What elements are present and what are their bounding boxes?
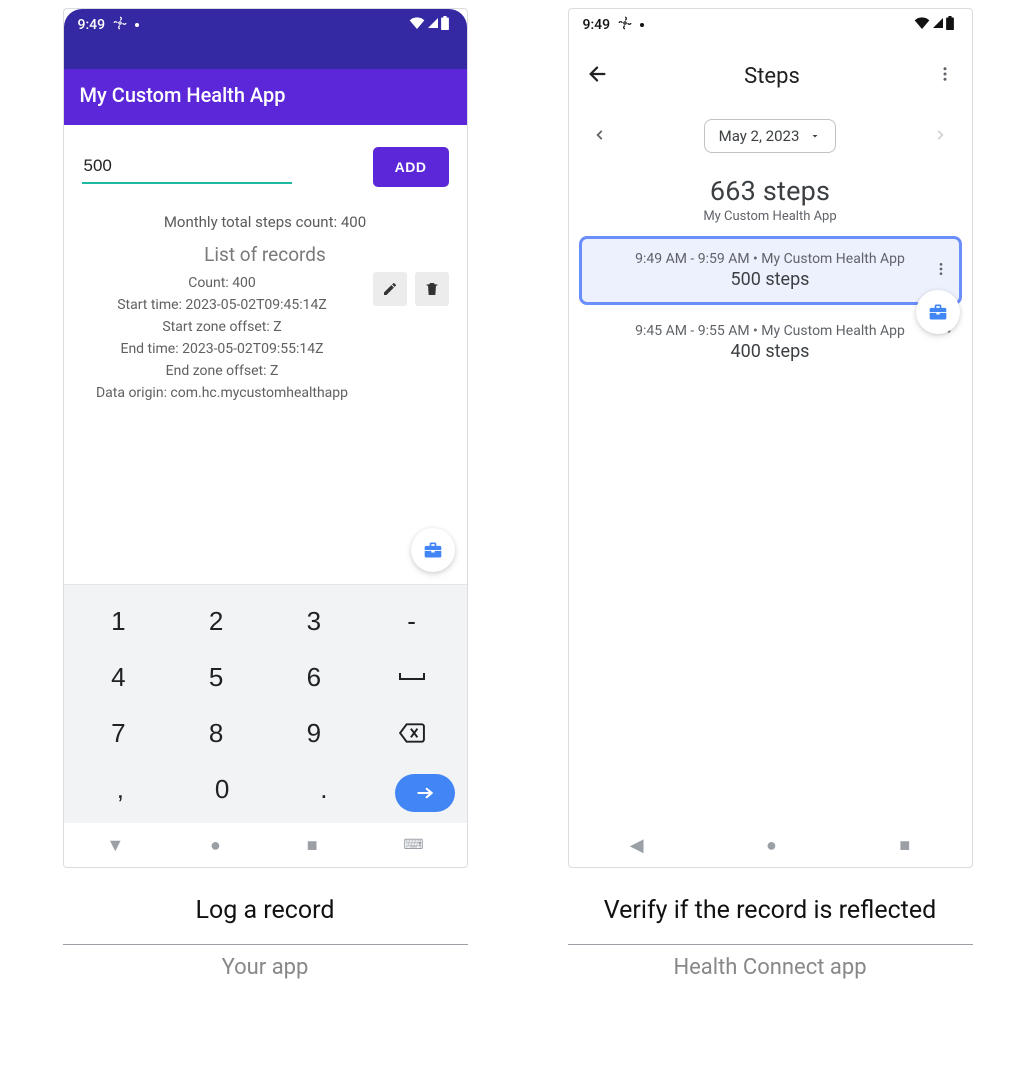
steps-entry[interactable]: 9:49 AM - 9:59 AM • My Custom Health App… (579, 236, 962, 305)
entry-meta: 9:45 AM - 9:55 AM • My Custom Health App (593, 323, 948, 339)
caption-divider (63, 944, 468, 945)
chevron-right-icon (933, 128, 947, 142)
caption-left-bottom: Your app (63, 955, 468, 980)
overflow-menu-button[interactable] (936, 65, 954, 87)
edit-button[interactable] (373, 272, 407, 306)
record-end-zone: End zone offset: Z (82, 360, 363, 382)
system-navbar: ▼ ● ■ ⌨ (64, 823, 467, 867)
nav-back-icon[interactable]: ▼ (106, 835, 124, 856)
record-details: Count: 400 Start time: 2023-05-02T09:45:… (82, 272, 363, 404)
add-button[interactable]: ADD (373, 147, 449, 187)
app-title: My Custom Health App (80, 83, 286, 107)
numeric-keyboard: 1 2 3 - 4 5 6 7 8 9 (64, 584, 467, 823)
key-1[interactable]: 1 (72, 595, 166, 647)
key-comma[interactable]: , (72, 763, 170, 815)
status-dot-icon (640, 23, 644, 27)
status-dot-icon (135, 23, 139, 27)
summary-source: My Custom Health App (593, 209, 948, 224)
key-4[interactable]: 4 (72, 651, 166, 703)
app-body: ADD Monthly total steps count: 400 List … (64, 125, 467, 584)
fan-icon (113, 16, 127, 34)
toolbox-fab[interactable] (916, 290, 960, 334)
enter-icon (415, 786, 435, 800)
status-time: 9:49 (583, 17, 611, 33)
key-backspace[interactable] (365, 707, 459, 759)
entry-menu-button[interactable] (933, 261, 949, 281)
status-time: 9:49 (78, 17, 106, 33)
trash-icon (424, 281, 440, 297)
key-5[interactable]: 5 (169, 651, 263, 703)
toolbox-icon (423, 540, 443, 560)
record-end-time: End time: 2023-05-02T09:55:14Z (82, 338, 363, 360)
space-icon (398, 669, 426, 685)
record-data-origin: Data origin: com.hc.mycustomhealthapp (82, 382, 363, 404)
phone-health-connect: 9:49 Steps (568, 8, 973, 868)
signal-icon (426, 17, 440, 33)
nav-keyboard-icon[interactable]: ⌨ (403, 837, 423, 853)
date-chip-label: May 2, 2023 (719, 127, 800, 145)
caption-right-top: Verify if the record is reflected (568, 894, 973, 928)
prev-day-button[interactable] (589, 122, 611, 151)
nav-recent-icon[interactable]: ■ (899, 835, 910, 856)
entry-meta: 9:49 AM - 9:59 AM • My Custom Health App (596, 251, 945, 267)
chevron-left-icon (593, 128, 607, 142)
key-9[interactable]: 9 (267, 707, 361, 759)
status-bar: 9:49 (64, 9, 467, 41)
arrow-left-icon (587, 63, 609, 85)
entry-value: 400 steps (593, 341, 948, 362)
system-navbar: ◀ ● ■ (569, 823, 972, 867)
nav-home-icon[interactable]: ● (766, 835, 777, 856)
next-day-button[interactable] (929, 122, 951, 151)
key-enter[interactable] (395, 774, 455, 812)
pencil-icon (382, 281, 398, 297)
toolbox-icon (928, 302, 948, 322)
backspace-icon (399, 723, 425, 743)
nav-home-icon[interactable]: ● (210, 835, 221, 856)
dropdown-icon (809, 130, 821, 142)
toolbox-fab[interactable] (411, 528, 455, 572)
key-0[interactable]: 0 (173, 763, 271, 815)
key-3[interactable]: 3 (267, 595, 361, 647)
steps-entry[interactable]: 9:45 AM - 9:55 AM • My Custom Health App… (579, 311, 962, 374)
more-vert-icon (933, 261, 949, 277)
phone-your-app: 9:49 My Custom Health App (63, 8, 468, 868)
entry-value: 500 steps (596, 269, 945, 290)
battery-icon (441, 16, 449, 34)
more-vert-icon (936, 65, 954, 83)
date-chip[interactable]: May 2, 2023 (704, 119, 837, 153)
key-8[interactable]: 8 (169, 707, 263, 759)
signal-icon (931, 17, 945, 33)
key-2[interactable]: 2 (169, 595, 263, 647)
records-header: List of records (82, 243, 449, 266)
page-title: Steps (629, 64, 916, 89)
caption-divider (568, 944, 973, 945)
wifi-icon (914, 17, 930, 33)
record-start-zone: Start zone offset: Z (82, 316, 363, 338)
key-dash[interactable]: - (365, 595, 459, 647)
key-6[interactable]: 6 (267, 651, 361, 703)
wifi-icon (409, 17, 425, 33)
status-bar: 9:49 (569, 9, 972, 41)
summary-value: 663 steps (593, 175, 948, 207)
back-button[interactable] (587, 63, 609, 89)
caption-right-bottom: Health Connect app (568, 955, 973, 980)
app-bar: My Custom Health App (64, 69, 467, 125)
key-7[interactable]: 7 (72, 707, 166, 759)
monthly-total: Monthly total steps count: 400 (82, 213, 449, 231)
battery-icon (946, 16, 954, 34)
nav-back-icon[interactable]: ◀ (630, 835, 644, 856)
steps-input[interactable] (82, 150, 292, 184)
record-count: Count: 400 (82, 272, 363, 294)
caption-left-top: Log a record (63, 894, 468, 928)
fan-icon (618, 16, 632, 34)
key-period[interactable]: . (275, 763, 373, 815)
delete-button[interactable] (415, 272, 449, 306)
nav-recent-icon[interactable]: ■ (307, 835, 318, 856)
record-start-time: Start time: 2023-05-02T09:45:14Z (82, 294, 363, 316)
key-space[interactable] (365, 651, 459, 703)
